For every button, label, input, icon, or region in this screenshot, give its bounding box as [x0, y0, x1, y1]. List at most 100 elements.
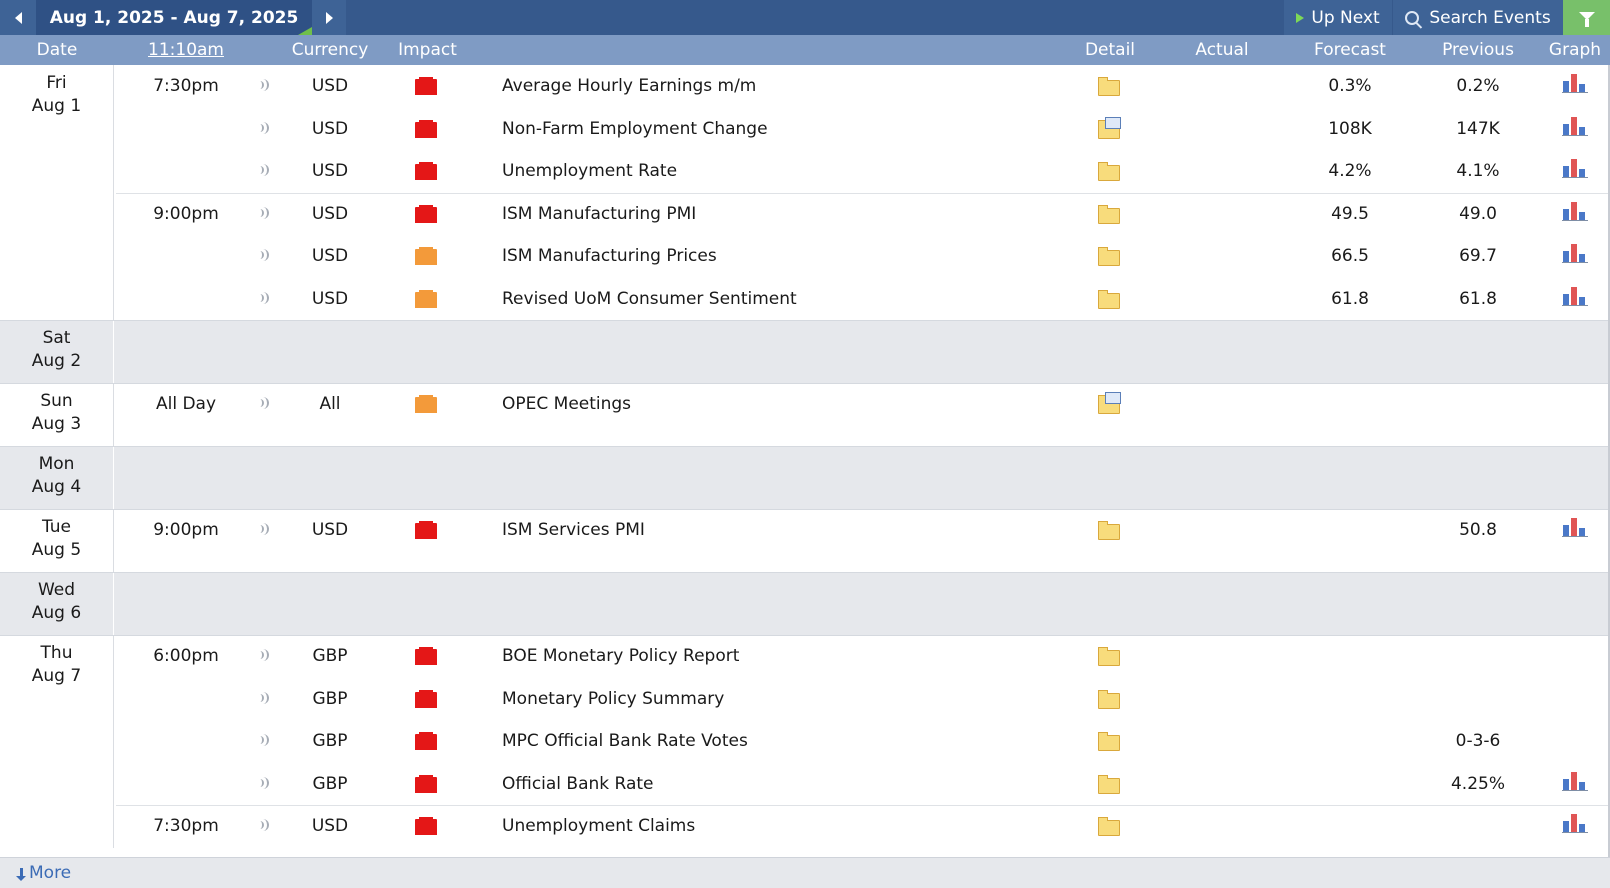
event-currency: USD [311, 203, 349, 224]
event-currency: USD [311, 288, 349, 309]
event-forecast: 66.5 [1331, 246, 1369, 267]
event-currency: USD [311, 161, 349, 182]
detail-folder-icon[interactable] [1098, 162, 1120, 182]
event-forecast: 108K [1328, 118, 1372, 139]
previous-week-button[interactable] [0, 0, 36, 35]
event-title[interactable]: Monetary Policy Summary [502, 688, 724, 710]
alert-bell-icon[interactable] [261, 77, 271, 93]
event-previous: 50.8 [1459, 520, 1497, 541]
weekday-label: Thu [40, 643, 73, 663]
column-date: Date [36, 40, 78, 60]
filter-button[interactable] [1563, 0, 1610, 35]
day-date-label: Aug 7 [31, 666, 82, 686]
detail-folder-icon[interactable] [1098, 774, 1120, 794]
next-week-button[interactable] [312, 0, 346, 35]
more-label: More [29, 863, 72, 883]
event-currency: USD [311, 118, 349, 139]
table-header: Date 11:10am Currency Impact Detail Actu… [0, 35, 1610, 65]
event-previous: 4.25% [1450, 773, 1505, 794]
event-previous: 69.7 [1459, 246, 1497, 267]
search-events-button[interactable]: Search Events [1393, 0, 1563, 35]
bar-chart-icon[interactable] [1562, 814, 1588, 834]
event-previous: 61.8 [1459, 288, 1497, 309]
detail-folder-icon[interactable] [1098, 689, 1120, 709]
more-link[interactable]: More [16, 858, 71, 888]
bar-chart-icon[interactable] [1562, 201, 1588, 221]
event-previous: 147K [1456, 118, 1500, 139]
bar-chart-icon[interactable] [1562, 116, 1588, 136]
day-divider [0, 320, 1610, 321]
detail-folder-icon[interactable] [1098, 817, 1120, 837]
event-previous: 0.2% [1456, 76, 1500, 97]
day-date-label: Aug 6 [31, 603, 82, 623]
day-divider [0, 635, 1610, 636]
detail-folder-icon[interactable] [1098, 732, 1120, 752]
day-divider [0, 509, 1610, 510]
event-currency: USD [311, 76, 349, 97]
day-date-label: Aug 5 [31, 540, 82, 560]
detail-news-folder-icon[interactable] [1098, 392, 1121, 415]
toolbar: Aug 1, 2025 - Aug 7, 2025 Up Next Search… [0, 0, 1610, 35]
high-impact-icon [415, 162, 437, 181]
alert-bell-icon[interactable] [261, 690, 271, 706]
column-impact: Impact [398, 40, 457, 60]
alert-bell-icon[interactable] [261, 247, 271, 263]
event-title[interactable]: ISM Services PMI [502, 519, 645, 541]
event-previous: 4.1% [1456, 161, 1500, 182]
event-time: 7:30pm [153, 76, 219, 97]
weekday-label: Fri [46, 73, 67, 93]
bar-chart-icon[interactable] [1562, 244, 1588, 264]
calendar-page: Aug 1, 2025 - Aug 7, 2025 Up Next Search… [0, 0, 1610, 888]
alert-bell-icon[interactable] [261, 647, 271, 663]
detail-folder-icon[interactable] [1098, 647, 1120, 667]
bar-chart-icon[interactable] [1562, 286, 1588, 306]
event-title[interactable]: Official Bank Rate [502, 773, 654, 795]
event-currency: GBP [312, 646, 348, 667]
table-footer: More [0, 857, 1610, 888]
alert-bell-icon[interactable] [261, 395, 271, 411]
bar-chart-icon[interactable] [1562, 159, 1588, 179]
bar-chart-icon[interactable] [1562, 74, 1588, 94]
weekday-label: Tue [41, 517, 72, 537]
alert-bell-icon[interactable] [261, 205, 271, 221]
event-title[interactable]: BOE Monetary Policy Report [502, 645, 739, 667]
day-divider [0, 446, 1610, 447]
alert-bell-icon[interactable] [261, 732, 271, 748]
up-next-label: Up Next [1311, 7, 1380, 28]
date-range-selector[interactable]: Aug 1, 2025 - Aug 7, 2025 [36, 0, 312, 35]
current-time-link[interactable]: 11:10am [115, 35, 257, 65]
event-title[interactable]: MPC Official Bank Rate Votes [502, 730, 748, 752]
detail-folder-icon[interactable] [1098, 77, 1120, 97]
alert-bell-icon[interactable] [261, 120, 271, 136]
alert-bell-icon[interactable] [261, 817, 271, 833]
high-impact-icon [415, 521, 437, 540]
event-time: All Day [155, 394, 217, 415]
high-impact-icon [415, 689, 437, 708]
detail-news-folder-icon[interactable] [1098, 116, 1121, 139]
event-title[interactable]: Non-Farm Employment Change [502, 118, 768, 140]
date-cell: Thu Aug 7 [0, 635, 114, 848]
event-title[interactable]: Unemployment Claims [502, 815, 695, 837]
bar-chart-icon[interactable] [1562, 518, 1588, 538]
alert-bell-icon[interactable] [261, 521, 271, 537]
event-title[interactable]: Average Hourly Earnings m/m [502, 75, 756, 97]
bar-chart-icon[interactable] [1562, 771, 1588, 791]
alert-bell-icon[interactable] [261, 162, 271, 178]
event-title[interactable]: Revised UoM Consumer Sentiment [502, 288, 797, 310]
detail-folder-icon[interactable] [1098, 521, 1120, 541]
alert-bell-icon[interactable] [261, 775, 271, 791]
event-title[interactable]: OPEC Meetings [502, 393, 631, 415]
event-title[interactable]: ISM Manufacturing Prices [502, 245, 717, 267]
detail-folder-icon[interactable] [1098, 247, 1120, 267]
date-cell: Tue Aug 5 [0, 509, 114, 572]
event-title[interactable]: ISM Manufacturing PMI [502, 203, 696, 225]
column-actual: Actual [1195, 40, 1249, 60]
event-title[interactable]: Unemployment Rate [502, 160, 677, 182]
alert-bell-icon[interactable] [261, 290, 271, 306]
event-currency: USD [311, 816, 349, 837]
event-time: 7:30pm [153, 816, 219, 837]
detail-folder-icon[interactable] [1098, 289, 1120, 309]
detail-folder-icon[interactable] [1098, 204, 1120, 224]
up-next-button[interactable]: Up Next [1284, 0, 1392, 35]
day-date-label: Aug 1 [31, 96, 82, 116]
